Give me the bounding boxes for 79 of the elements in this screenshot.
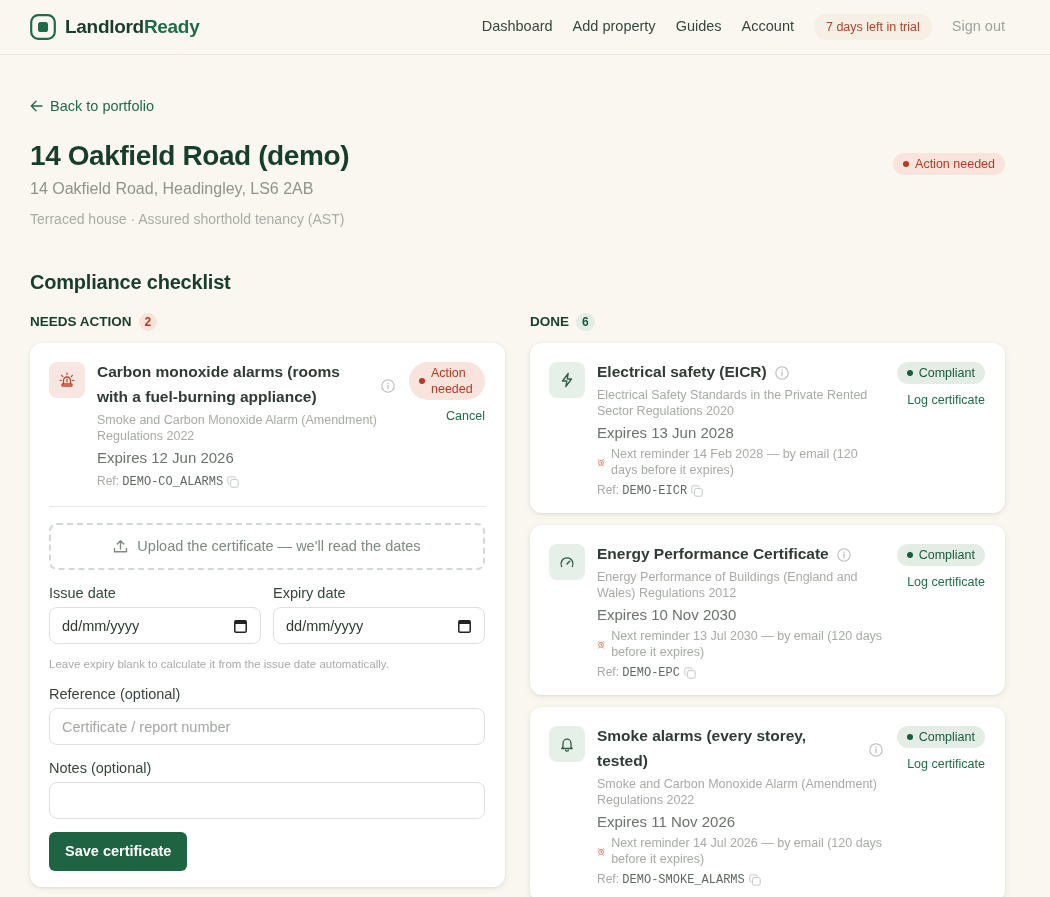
- field-label: Notes (optional): [49, 759, 153, 778]
- calendar-icon[interactable]: [234, 618, 247, 633]
- expiry-date: Expires 11 Nov 2026: [597, 812, 737, 832]
- upload-icon: [113, 539, 129, 554]
- status-dot: [906, 370, 913, 376]
- copy-icon[interactable]: [691, 484, 704, 497]
- copy-icon[interactable]: [683, 666, 696, 679]
- brand-name[interactable]: LandlordReady: [65, 14, 200, 40]
- expiry-date-field[interactable]: dd/mm/yyyy: [273, 607, 485, 644]
- alarm-clock-icon: [597, 456, 605, 468]
- property-title: 14 Oakfield Road (demo): [30, 139, 350, 173]
- status-dot: [903, 161, 910, 167]
- nav-link[interactable]: Guides: [675, 16, 722, 38]
- status-text: Compliant: [918, 547, 975, 563]
- info-icon[interactable]: [774, 366, 789, 380]
- nav-link[interactable]: Account: [741, 16, 794, 38]
- column-heading: DONE: [530, 313, 569, 331]
- status-dot: [906, 552, 913, 558]
- hint-text: Leave expiry blank to calculate it from the issue date automatically.: [49, 657, 390, 672]
- reference-text: Ref: DEMO-CO_ALARMS: [97, 473, 224, 491]
- bell-icon: [549, 726, 585, 762]
- reminder-text: Next reminder 14 Jul 2026 — by email (120 days before it expires): [611, 835, 883, 867]
- regulation-text: Electrical Safety Standards in the Private Rented Sector Regulations 2020: [597, 387, 869, 419]
- item-title: Carbon monoxide alarms (rooms with a fuel-burning appliance): [97, 362, 341, 407]
- status-text: Action needed: [915, 156, 995, 172]
- status-text: Compliant: [918, 365, 975, 381]
- log-certificate-link[interactable]: Log certificate: [907, 755, 985, 773]
- copy-icon[interactable]: [227, 475, 240, 488]
- alarm-clock-icon: [597, 845, 606, 857]
- arrow-left-icon: [30, 100, 43, 112]
- status-dot: [906, 734, 913, 740]
- status-text: Compliant: [918, 729, 975, 745]
- reference-text: Ref: DEMO-SMOKE_ALARMS: [597, 871, 745, 889]
- field-label: Expiry date: [273, 584, 347, 603]
- property-address: 14 Oakfield Road, Headingley, LS6 2AB: [30, 179, 315, 199]
- item-count: 6: [576, 313, 595, 331]
- regulation-text: Energy Performance of Buildings (England and Wales) Regulations 2012: [597, 569, 859, 601]
- gauge-icon: [549, 544, 585, 580]
- lightning-icon: [549, 362, 585, 398]
- column-heading: NEEDS ACTION: [30, 313, 132, 331]
- item-title: Energy Performance Certificate: [597, 544, 829, 564]
- expiry-date: Expires 12 Jun 2026: [97, 448, 235, 468]
- item-title: Electrical safety (EICR): [597, 362, 767, 382]
- item-count: 2: [138, 313, 158, 331]
- info-icon[interactable]: [868, 742, 883, 757]
- property-details: Terraced house · Assured shorthold tenancy (AST): [30, 210, 346, 229]
- reference-field[interactable]: Certificate / report number: [49, 708, 485, 745]
- info-icon[interactable]: [836, 548, 851, 562]
- notes-field[interactable]: [49, 782, 485, 819]
- trial-status-pill[interactable]: 7 days left in trial: [814, 13, 932, 41]
- item-title: Smoke alarms (every storey, tested): [597, 726, 808, 771]
- info-icon[interactable]: [381, 378, 395, 393]
- calendar-icon[interactable]: [458, 618, 471, 633]
- upload-button[interactable]: Upload the certificate — we'll read the dates: [49, 523, 485, 570]
- alarm-clock-icon: [597, 638, 606, 650]
- reference-text: Ref: DEMO-EICR: [597, 482, 688, 500]
- reminder-text: Next reminder 13 Jul 2030 — by email (120 days before it expires): [611, 628, 883, 660]
- expiry-date: Expires 10 Nov 2030: [597, 605, 738, 625]
- field-label: Reference (optional): [49, 685, 182, 704]
- logo-icon[interactable]: [30, 14, 56, 40]
- cancel-link[interactable]: Cancel: [446, 407, 485, 425]
- regulation-text: Smoke and Carbon Monoxide Alarm (Amendment) Regulations 2022: [97, 412, 378, 444]
- nav-link[interactable]: Add property: [572, 16, 656, 38]
- back-link[interactable]: Back to portfolio: [30, 96, 154, 116]
- reminder-text: Next reminder 14 Feb 2028 — by email (120 days before it expires): [611, 446, 859, 478]
- status-text: Action needed: [431, 365, 474, 397]
- siren-icon: [49, 362, 85, 398]
- section-title: Compliance checklist: [30, 270, 231, 295]
- nav-link[interactable]: Dashboard: [481, 16, 553, 38]
- save-certificate-button[interactable]: Save certificate: [49, 832, 188, 871]
- expiry-date: Expires 13 Jun 2028: [597, 423, 735, 443]
- log-certificate-link[interactable]: Log certificate: [907, 391, 985, 409]
- issue-date-field[interactable]: dd/mm/yyyy: [49, 607, 261, 644]
- field-label: Issue date: [49, 584, 117, 603]
- copy-icon[interactable]: [748, 873, 761, 886]
- log-certificate-link[interactable]: Log certificate: [907, 573, 985, 591]
- reference-text: Ref: DEMO-EPC: [597, 664, 680, 682]
- regulation-text: Smoke and Carbon Monoxide Alarm (Amendment) Regulations 2022: [597, 776, 878, 808]
- status-dot: [419, 378, 425, 384]
